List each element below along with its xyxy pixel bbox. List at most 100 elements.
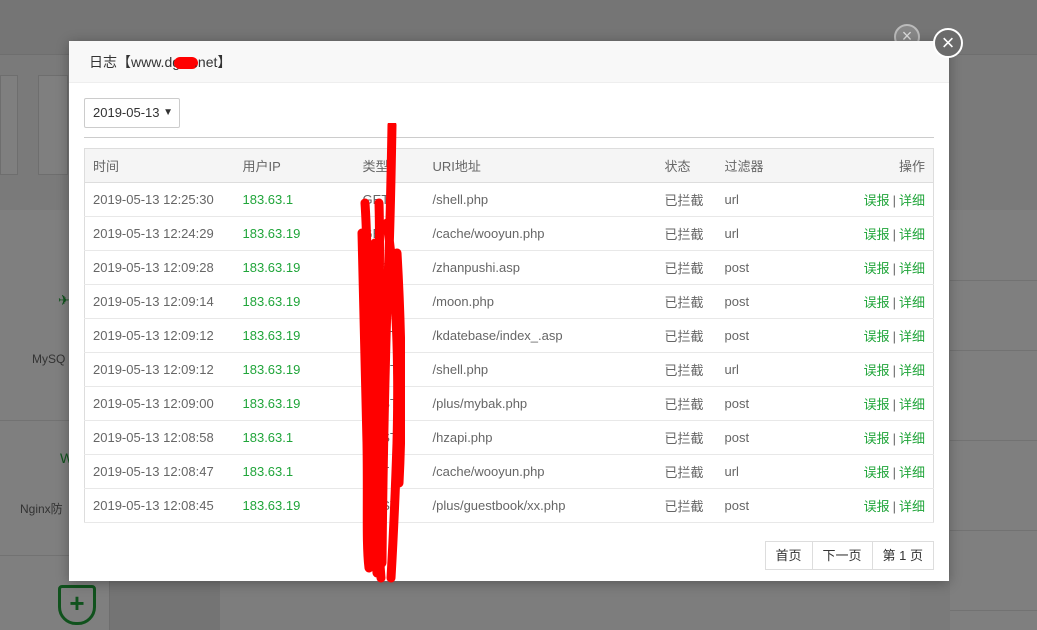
header-time: 时间 <box>84 148 235 183</box>
detail-link[interactable]: 详细 <box>899 329 925 344</box>
cell-filter: post <box>716 284 827 319</box>
cell-ip: 183.63.1 <box>234 454 355 489</box>
header-filter: 过滤器 <box>716 148 827 183</box>
cell-status: 已拦截 <box>656 352 717 387</box>
cell-time: 2019-05-13 12:08:45 <box>84 488 235 523</box>
cell-ip: 183.63.19 <box>234 216 355 251</box>
cell-uri: /moon.php <box>424 284 657 319</box>
false-positive-link[interactable]: 误报 <box>864 397 890 412</box>
detail-link[interactable]: 详细 <box>899 499 925 514</box>
header-ip: 用户IP <box>234 148 355 183</box>
log-table: 时间 用户IP 类型 URI地址 状态 过滤器 操作 2019-05-13 12… <box>84 148 934 523</box>
cell-actions: 误报 | 详细 <box>826 420 934 455</box>
dialog-title-tail: .net】 <box>194 54 232 70</box>
cell-uri: /cache/wooyun.php <box>424 216 657 251</box>
action-separator: | <box>892 397 896 412</box>
cell-status: 已拦截 <box>656 182 717 217</box>
cell-ip: 183.63.19 <box>234 352 355 387</box>
cell-actions: 误报 | 详细 <box>826 284 934 319</box>
action-separator: | <box>892 227 896 242</box>
cell-ip: 183.63.1 <box>234 420 355 455</box>
cell-filter: post <box>716 250 827 285</box>
cell-time: 2019-05-13 12:09:12 <box>84 318 235 353</box>
table-row: 2019-05-13 12:08:58 183.63.1 POST/hzapi.ph… <box>84 420 934 455</box>
table-row: 2019-05-13 12:08:47 183.63.1 GET/cache/woo… <box>84 454 934 489</box>
action-separator: | <box>892 431 896 446</box>
cell-time: 2019-05-13 12:08:58 <box>84 420 235 455</box>
cell-ip: 183.63.19 <box>234 318 355 353</box>
header-status: 状态 <box>656 148 717 183</box>
false-positive-link[interactable]: 误报 <box>864 431 890 446</box>
cell-filter: post <box>716 318 827 353</box>
cell-uri: /cache/wooyun.php <box>424 454 657 489</box>
cell-time: 2019-05-13 12:08:47 <box>84 454 235 489</box>
cell-status: 已拦截 <box>656 284 717 319</box>
false-positive-link[interactable]: 误报 <box>864 193 890 208</box>
dialog-header: 日志【www.dg .net】 <box>69 41 949 83</box>
action-separator: | <box>892 329 896 344</box>
table-row: 2019-05-13 12:09:12 183.63.19 POST/kdateba… <box>84 318 934 353</box>
table-row: 2019-05-13 12:25:30 183.63.1 GET/shell.php… <box>84 182 934 217</box>
cell-filter: url <box>716 216 827 251</box>
close-dialog-button[interactable]: × <box>933 28 963 58</box>
cell-actions: 误报 | 详细 <box>826 250 934 285</box>
cell-actions: 误报 | 详细 <box>826 216 934 251</box>
cell-ip: 183.63.19 <box>234 284 355 319</box>
cell-time: 2019-05-13 12:09:00 <box>84 386 235 421</box>
cell-uri: /kdatebase/index_.asp <box>424 318 657 353</box>
cell-time: 2019-05-13 12:09:12 <box>84 352 235 387</box>
detail-link[interactable]: 详细 <box>899 465 925 480</box>
cell-actions: 误报 | 详细 <box>826 454 934 489</box>
action-separator: | <box>892 499 896 514</box>
cell-uri: /plus/mybak.php <box>424 386 657 421</box>
current-page-label: 第 1 页 <box>872 542 933 569</box>
cell-uri: /zhanpushi.asp <box>424 250 657 285</box>
cell-status: 已拦截 <box>656 216 717 251</box>
detail-link[interactable]: 详细 <box>899 431 925 446</box>
detail-link[interactable]: 详细 <box>899 397 925 412</box>
detail-link[interactable]: 详细 <box>899 261 925 276</box>
false-positive-link[interactable]: 误报 <box>864 465 890 480</box>
cell-status: 已拦截 <box>656 488 717 523</box>
cell-status: 已拦截 <box>656 318 717 353</box>
header-op: 操作 <box>826 148 934 183</box>
false-positive-link[interactable]: 误报 <box>864 227 890 242</box>
cell-time: 2019-05-13 12:09:28 <box>84 250 235 285</box>
table-row: 2019-05-13 12:08:45 183.63.19 POST/plus/gu… <box>84 488 934 523</box>
close-icon: × <box>941 30 955 55</box>
action-separator: | <box>892 465 896 480</box>
false-positive-link[interactable]: 误报 <box>864 499 890 514</box>
detail-link[interactable]: 详细 <box>899 193 925 208</box>
false-positive-link[interactable]: 误报 <box>864 363 890 378</box>
cell-actions: 误报 | 详细 <box>826 488 934 523</box>
cell-ip: 183.63.1 <box>234 182 355 217</box>
cell-filter: post <box>716 488 827 523</box>
log-dialog: 日志【www.dg .net】 2019-05-13 ▼ 时间 用户IP 类型 U… <box>69 41 949 583</box>
detail-link[interactable]: 详细 <box>899 363 925 378</box>
cell-ip: 183.63.19 <box>234 488 355 523</box>
cell-filter: url <box>716 352 827 387</box>
redaction-stroke <box>357 123 405 583</box>
detail-link[interactable]: 详细 <box>899 227 925 242</box>
cell-status: 已拦截 <box>656 454 717 489</box>
cell-actions: 误报 | 详细 <box>826 318 934 353</box>
false-positive-link[interactable]: 误报 <box>864 261 890 276</box>
detail-link[interactable]: 详细 <box>899 295 925 310</box>
cell-filter: post <box>716 420 827 455</box>
cell-status: 已拦截 <box>656 420 717 455</box>
false-positive-link[interactable]: 误报 <box>864 295 890 310</box>
cell-ip: 183.63.19 <box>234 386 355 421</box>
date-select[interactable]: 2019-05-13 ▼ <box>84 98 180 128</box>
cell-ip: 183.63.19 <box>234 250 355 285</box>
table-header-row: 时间 用户IP 类型 URI地址 状态 过滤器 操作 <box>84 148 934 183</box>
next-page-button[interactable]: 下一页 <box>812 542 873 569</box>
cell-time: 2019-05-13 12:25:30 <box>84 182 235 217</box>
cell-status: 已拦截 <box>656 250 717 285</box>
table-row: 2019-05-13 12:09:00 183.63.19 POST/plus/my… <box>84 386 934 421</box>
cell-actions: 误报 | 详细 <box>826 182 934 217</box>
chevron-down-icon: ▼ <box>163 107 173 118</box>
action-separator: | <box>892 261 896 276</box>
cell-actions: 误报 | 详细 <box>826 386 934 421</box>
false-positive-link[interactable]: 误报 <box>864 329 890 344</box>
first-page-button[interactable]: 首页 <box>765 542 813 569</box>
